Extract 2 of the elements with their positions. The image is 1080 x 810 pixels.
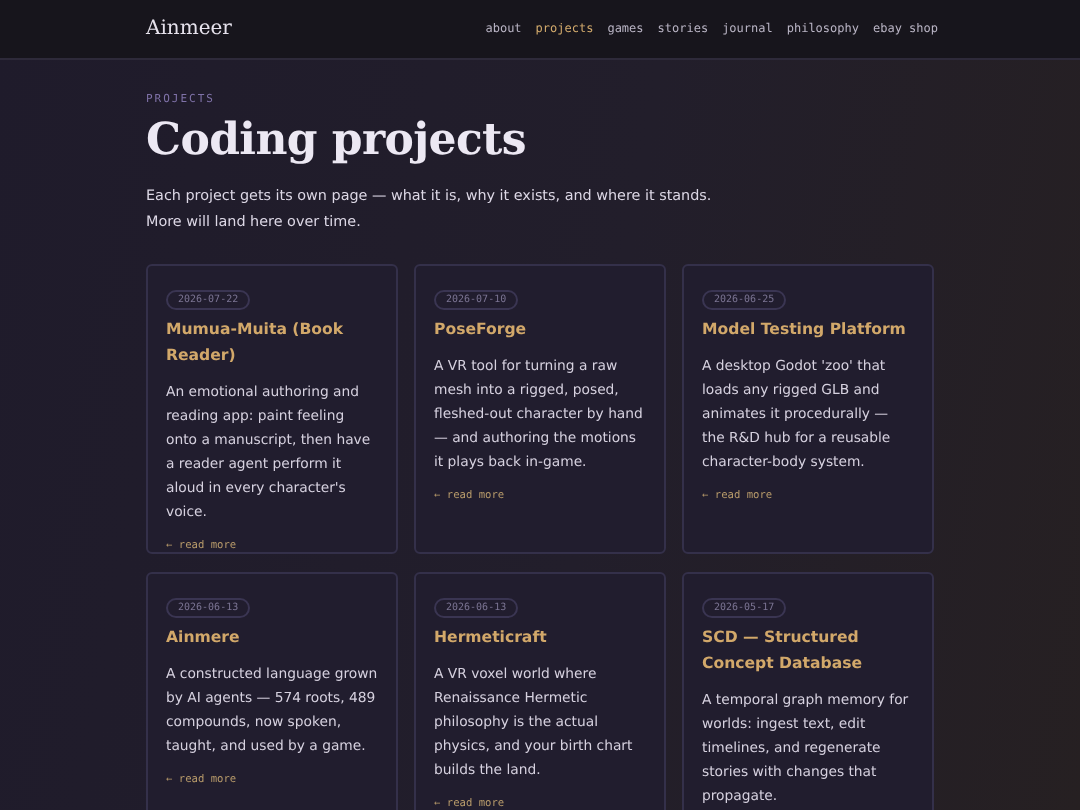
- site-title: Ainmeer: [146, 18, 232, 40]
- page-title: Coding projects: [146, 114, 529, 166]
